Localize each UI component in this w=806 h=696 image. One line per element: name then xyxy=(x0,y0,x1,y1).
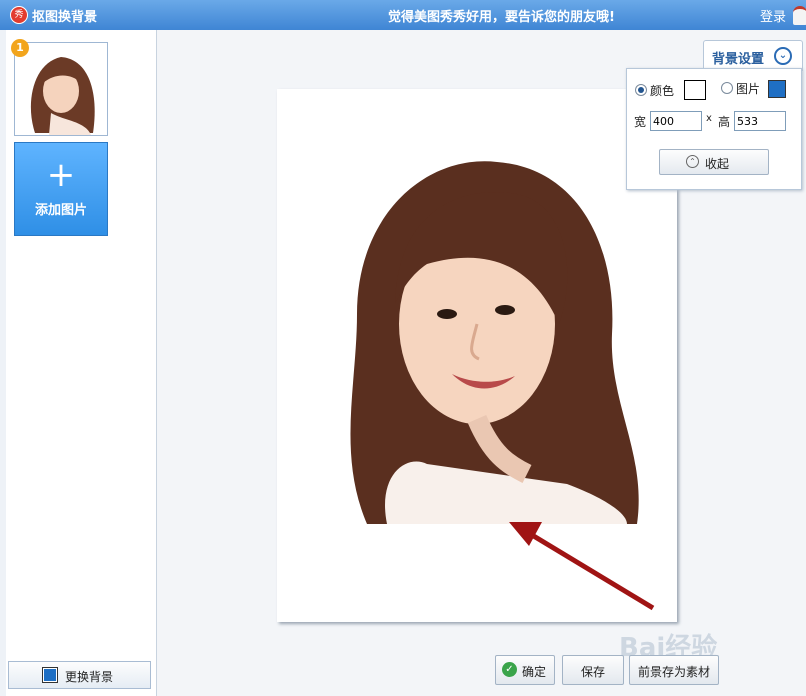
slogan-text: 觉得美图秀秀好用，要告诉您的朋友哦! xyxy=(388,10,615,25)
thumbnail-index-badge: 1 xyxy=(11,39,29,57)
app-title: 抠图换背景 xyxy=(32,10,98,25)
title-bar: 秀 抠图换背景 觉得美图秀秀好用，要告诉您的朋友哦! 登录 xyxy=(0,0,806,30)
image-thumbnail[interactable]: 1 xyxy=(11,39,108,136)
ok-label: 确定 xyxy=(522,665,547,679)
change-background-label: 更换背景 xyxy=(65,670,114,684)
add-image-button[interactable]: + 添加图片 xyxy=(14,142,108,236)
plus-icon: + xyxy=(46,155,76,195)
image-icon xyxy=(42,667,58,683)
check-icon: ✓ xyxy=(502,662,517,677)
login-link[interactable]: 登录 xyxy=(760,6,786,25)
user-icon[interactable] xyxy=(793,6,806,25)
app-logo-icon: 秀 xyxy=(10,6,28,24)
thumbnail-portrait xyxy=(15,43,107,135)
work-area: 背景设置 ⌄ 颜色 图片 宽 x 高 ⌃ 收起 Bai经验 ✓ 确定 保存 前景… xyxy=(157,30,806,696)
image-list-panel: 1 + 添加图片 更换背景 xyxy=(6,30,157,696)
save-label: 保存 xyxy=(581,665,606,679)
change-background-button[interactable]: 更换背景 xyxy=(8,661,151,689)
ok-button[interactable]: ✓ 确定 xyxy=(495,655,555,685)
save-button[interactable]: 保存 xyxy=(562,655,624,685)
save-foreground-label: 前景存为素材 xyxy=(638,665,711,679)
save-foreground-as-material-button[interactable]: 前景存为素材 xyxy=(629,655,719,685)
annotation-arrow xyxy=(509,522,655,611)
add-image-label: 添加图片 xyxy=(34,203,87,218)
